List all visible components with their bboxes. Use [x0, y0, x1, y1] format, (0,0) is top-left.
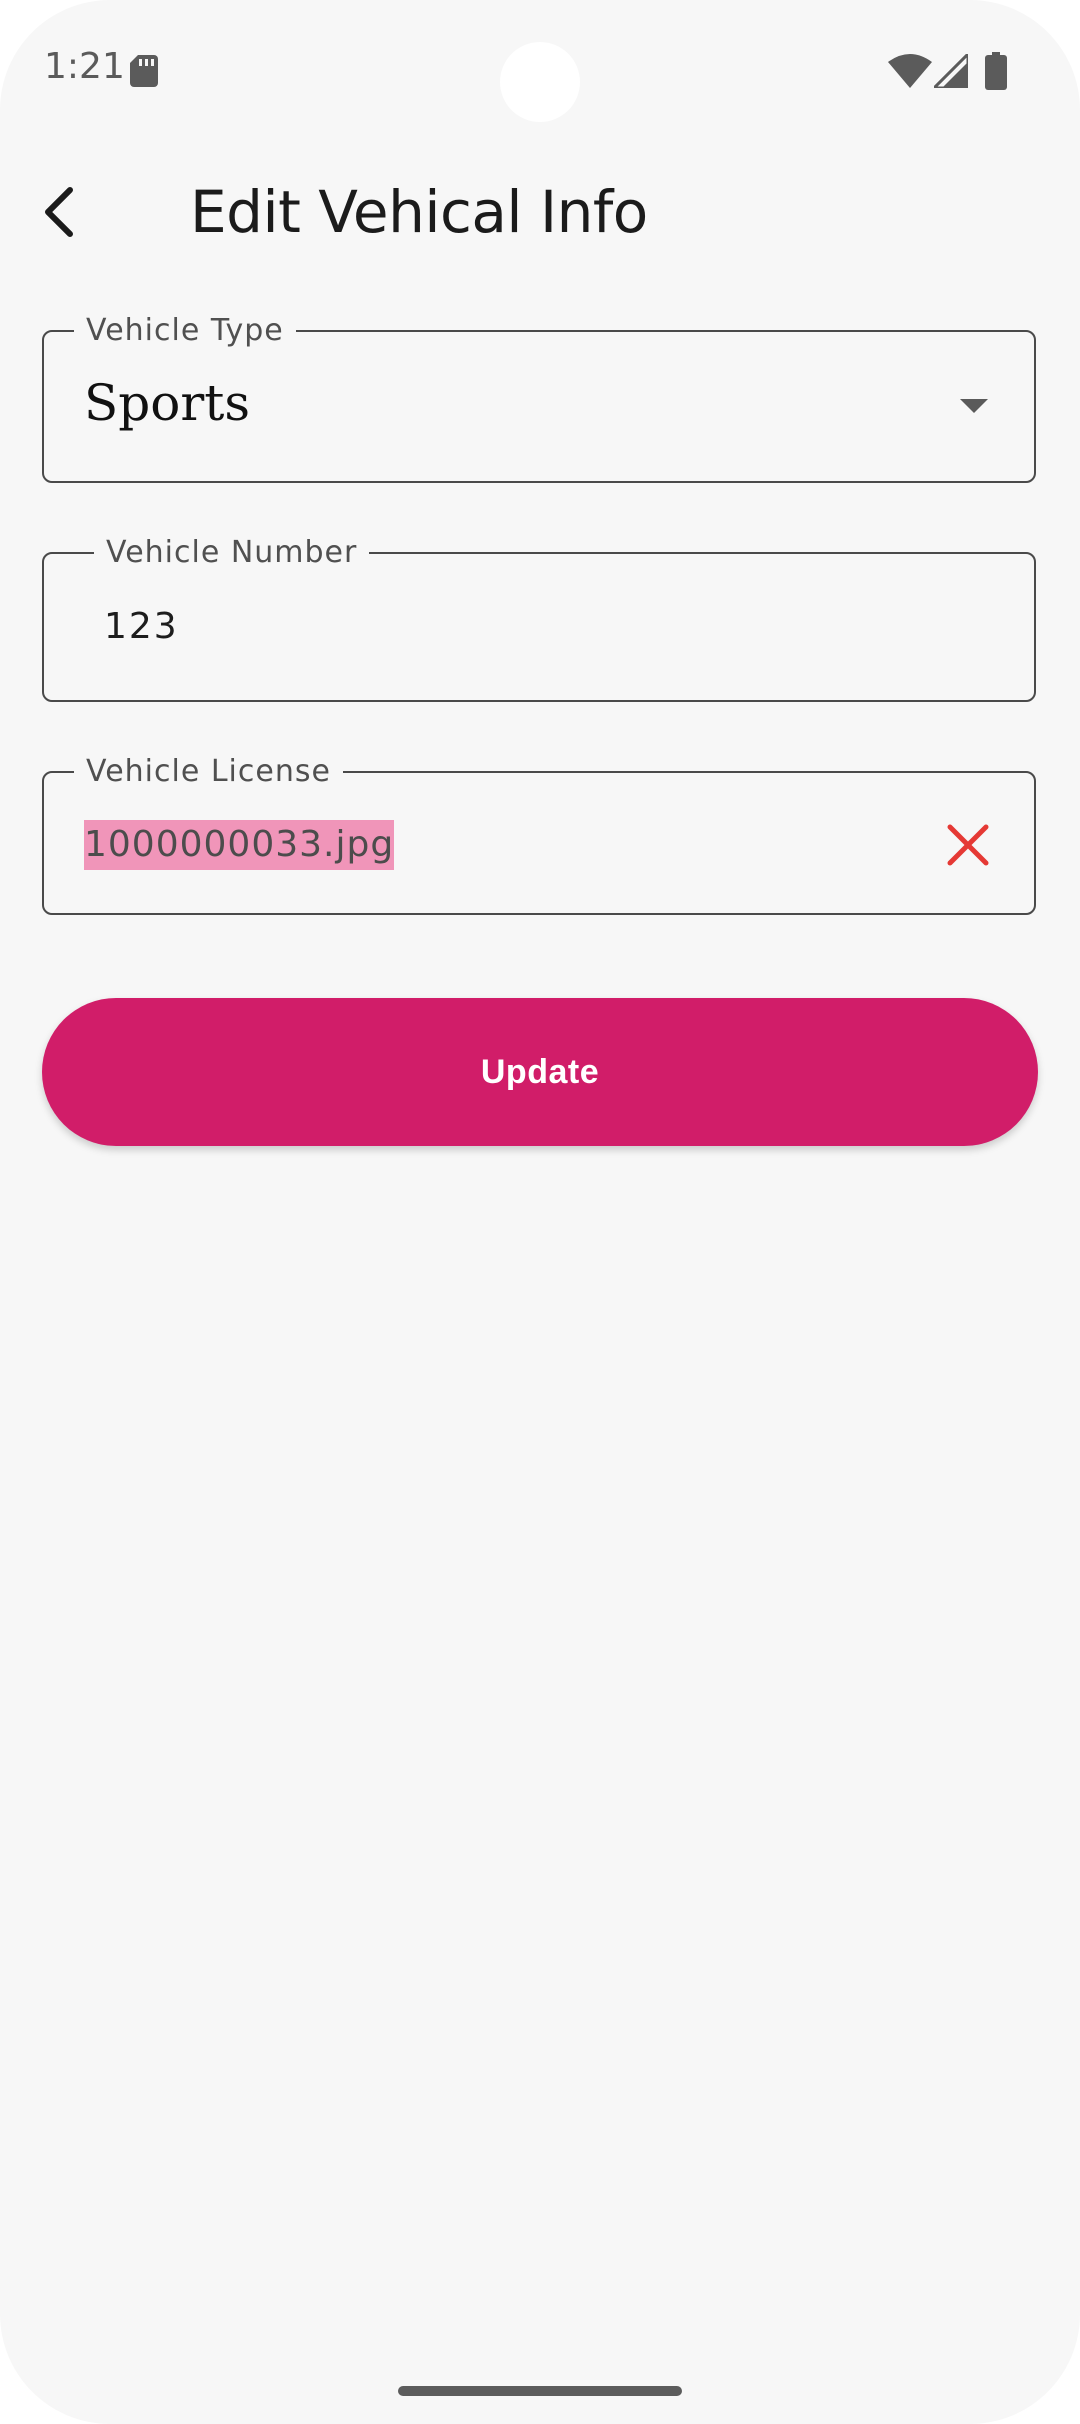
- home-indicator[interactable]: [398, 2386, 682, 2396]
- status-bar: 1:21: [0, 0, 1080, 140]
- vehicle-type-dropdown[interactable]: Vehicle Type Sports: [42, 313, 1036, 483]
- sd-card-icon: [130, 55, 158, 87]
- page-title: Edit Vehical Info: [190, 178, 648, 246]
- signal-icon: [934, 54, 968, 88]
- vehicle-license-filename[interactable]: 1000000033.jpg: [84, 820, 395, 870]
- status-time: 1:21: [44, 46, 125, 87]
- vehicle-type-value: Sports: [84, 374, 251, 432]
- vehicle-number-input[interactable]: 123: [104, 606, 179, 647]
- wifi-icon: [888, 54, 932, 88]
- camera-cutout: [500, 42, 580, 122]
- back-arrow-icon[interactable]: [30, 176, 100, 246]
- app-screen: 1:21 Edit Vehical Info Vehicle Type Spor…: [0, 0, 1080, 2424]
- update-button[interactable]: Update: [42, 998, 1038, 1146]
- battery-icon: [985, 52, 1007, 90]
- vehicle-license-field[interactable]: Vehicle License 1000000033.jpg: [42, 754, 1036, 915]
- close-icon[interactable]: [940, 817, 996, 873]
- vehicle-type-label: Vehicle Type: [74, 313, 296, 349]
- vehicle-number-label: Vehicle Number: [94, 535, 370, 571]
- dropdown-arrow-icon[interactable]: [960, 399, 988, 413]
- vehicle-license-label: Vehicle License: [74, 754, 343, 790]
- vehicle-number-field[interactable]: Vehicle Number 123: [42, 535, 1036, 702]
